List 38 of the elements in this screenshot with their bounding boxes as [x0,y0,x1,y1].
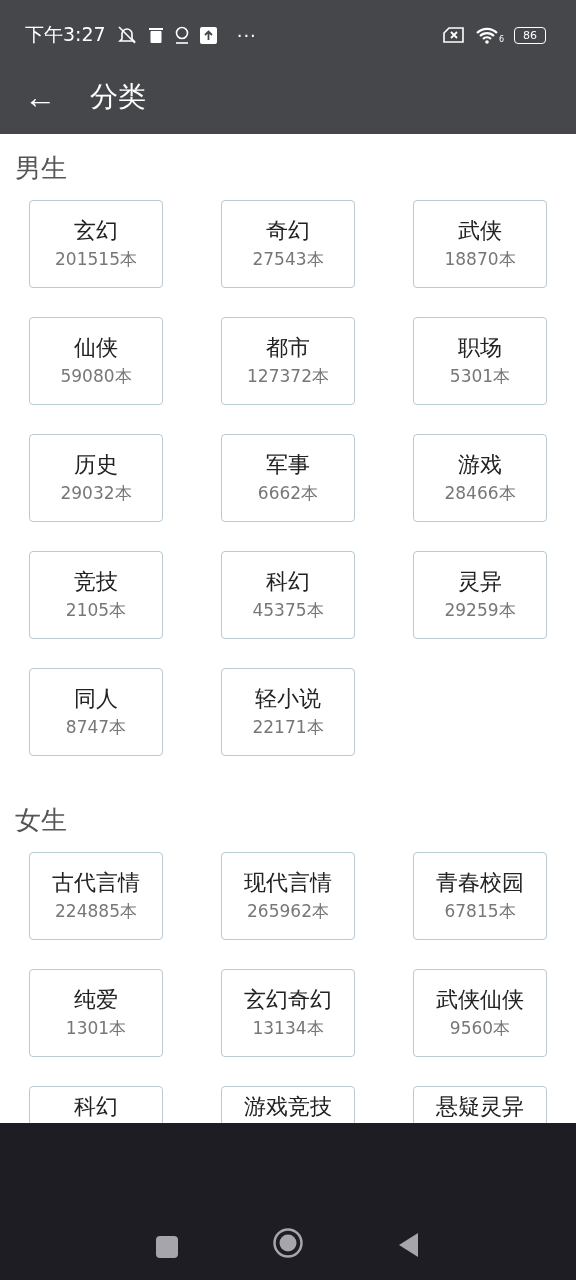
status-time: 下午3:27 [25,22,106,47]
category-card[interactable]: 青春校园 67815本 [413,852,547,940]
sim-card-icon [442,27,465,43]
wifi-label: 6 [498,36,504,44]
battery-icon: 86 [514,26,546,44]
back-triangle-icon[interactable] [398,1232,420,1258]
more-notifications: ··· [236,24,257,46]
category-card[interactable]: 玄幻 201515本 [29,200,163,288]
category-card[interactable]: 都市 127372本 [221,317,355,405]
page-title: 分类 [90,79,146,115]
category-card[interactable]: 竞技 2105本 [29,551,163,639]
category-card[interactable]: 纯爱 1301本 [29,969,163,1057]
category-card[interactable]: 武侠仙侠 9560本 [413,969,547,1057]
section-heading: 女生 [14,804,68,836]
category-card[interactable]: 古代言情 224885本 [29,852,163,940]
category-card[interactable]: 轻小说 22171本 [221,668,355,756]
home-icon[interactable] [273,1228,303,1258]
category-card[interactable]: 科幻 [29,1086,163,1123]
category-card[interactable]: 灵异 29259本 [413,551,547,639]
category-card[interactable]: 历史 29032本 [29,434,163,522]
upload-icon [199,26,217,44]
section-heading: 男生 [14,152,68,184]
category-card[interactable]: 同人 8747本 [29,668,163,756]
category-card[interactable]: 科幻 45375本 [221,551,355,639]
muted-bell-icon [115,25,138,45]
category-card[interactable]: 军事 6662本 [221,434,355,522]
category-card[interactable]: 仙侠 59080本 [29,317,163,405]
category-card[interactable]: 现代言情 265962本 [221,852,355,940]
category-card[interactable]: 游戏 28466本 [413,434,547,522]
wifi-icon [474,26,499,44]
category-card[interactable]: 玄幻奇幻 13134本 [221,969,355,1057]
category-card[interactable]: 职场 5301本 [413,317,547,405]
category-card[interactable]: 武侠 18870本 [413,200,547,288]
category-card[interactable]: 奇幻 27543本 [221,200,355,288]
category-card[interactable]: 游戏竞技 [221,1086,355,1123]
recents-icon[interactable] [156,1236,178,1258]
back-button[interactable]: ← [24,81,56,113]
category-card[interactable]: 悬疑灵异 [413,1086,547,1123]
